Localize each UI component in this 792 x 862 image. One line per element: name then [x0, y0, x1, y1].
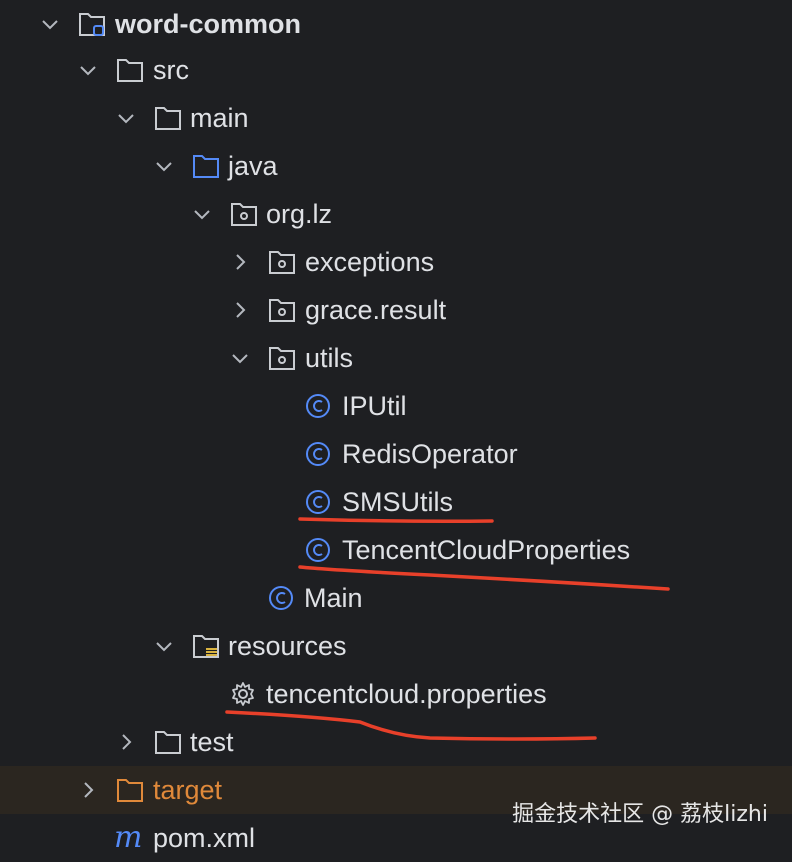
package-icon	[231, 203, 257, 226]
folder-label: resources	[228, 631, 347, 661]
tree-row-src[interactable]: src	[0, 46, 792, 94]
file-label: tencentcloud.properties	[266, 679, 547, 709]
class-label: SMSUtils	[342, 487, 454, 517]
folder-label: src	[153, 55, 189, 85]
package-label: utils	[305, 343, 354, 373]
chevron-right-icon[interactable]	[78, 780, 98, 800]
tree-row-tencent-cloud-properties[interactable]: TencentCloudProperties	[0, 526, 792, 574]
class-icon	[306, 394, 330, 418]
class-icon	[269, 586, 293, 610]
tree-row-word-common[interactable]: word-common	[0, 0, 792, 48]
chevron-right-icon[interactable]	[230, 252, 250, 272]
folder-icon	[155, 107, 181, 130]
class-icon	[306, 442, 330, 466]
chevron-down-icon[interactable]	[154, 156, 174, 176]
chevron-down-icon[interactable]	[192, 204, 212, 224]
tree-row-org-lz[interactable]: org.lz	[0, 190, 792, 238]
tree-row-test[interactable]: test	[0, 718, 792, 766]
gear-icon	[232, 682, 254, 706]
tree-row-java[interactable]: java	[0, 142, 792, 190]
tree-row-smsutils[interactable]: SMSUtils	[0, 478, 792, 526]
package-label: grace.result	[305, 295, 447, 325]
chevron-right-icon[interactable]	[230, 300, 250, 320]
tree-row-utils[interactable]: utils	[0, 334, 792, 382]
folder-label: target	[153, 775, 223, 805]
folder-label: java	[228, 151, 278, 181]
package-icon	[269, 347, 295, 370]
class-icon	[306, 538, 330, 562]
package-icon	[269, 251, 295, 274]
tree-row-iputil[interactable]: IPUtil	[0, 382, 792, 430]
chevron-down-icon[interactable]	[40, 14, 60, 34]
tree-row-main[interactable]: main	[0, 94, 792, 142]
chevron-down-icon[interactable]	[116, 108, 136, 128]
class-label: IPUtil	[342, 391, 407, 421]
class-label: Main	[304, 583, 363, 613]
folder-label: test	[190, 727, 234, 757]
resources-folder-icon	[193, 635, 219, 658]
tree-row-resources[interactable]: resources	[0, 622, 792, 670]
maven-m-icon: m	[114, 820, 143, 855]
class-icon	[306, 490, 330, 514]
tree-row-exceptions[interactable]: exceptions	[0, 238, 792, 286]
tree-row-redis-operator[interactable]: RedisOperator	[0, 430, 792, 478]
tree-row-grace-result[interactable]: grace.result	[0, 286, 792, 334]
package-label: exceptions	[305, 247, 435, 277]
chevron-down-icon[interactable]	[154, 636, 174, 656]
chevron-right-icon[interactable]	[116, 732, 136, 752]
excluded-folder-icon	[117, 779, 143, 802]
chevron-down-icon[interactable]	[78, 60, 98, 80]
tree-row-main-class[interactable]: Main	[0, 574, 792, 622]
package-icon	[269, 299, 295, 322]
file-label: pom.xml	[153, 823, 256, 853]
chevron-down-icon[interactable]	[230, 348, 250, 368]
class-label: RedisOperator	[342, 439, 518, 469]
folder-icon	[155, 731, 181, 754]
tree-row-tencentcloud-properties-file[interactable]: tencentcloud.properties	[0, 670, 792, 718]
package-label: org.lz	[266, 199, 333, 229]
source-root-folder-icon	[193, 155, 219, 178]
module-folder-icon	[79, 13, 105, 36]
watermark: 掘金技术社区 @ 荔枝lizhi	[512, 802, 768, 827]
folder-icon	[117, 59, 143, 82]
class-label: TencentCloudProperties	[342, 535, 631, 565]
folder-label: main	[190, 103, 249, 133]
module-name: word-common	[115, 9, 301, 39]
